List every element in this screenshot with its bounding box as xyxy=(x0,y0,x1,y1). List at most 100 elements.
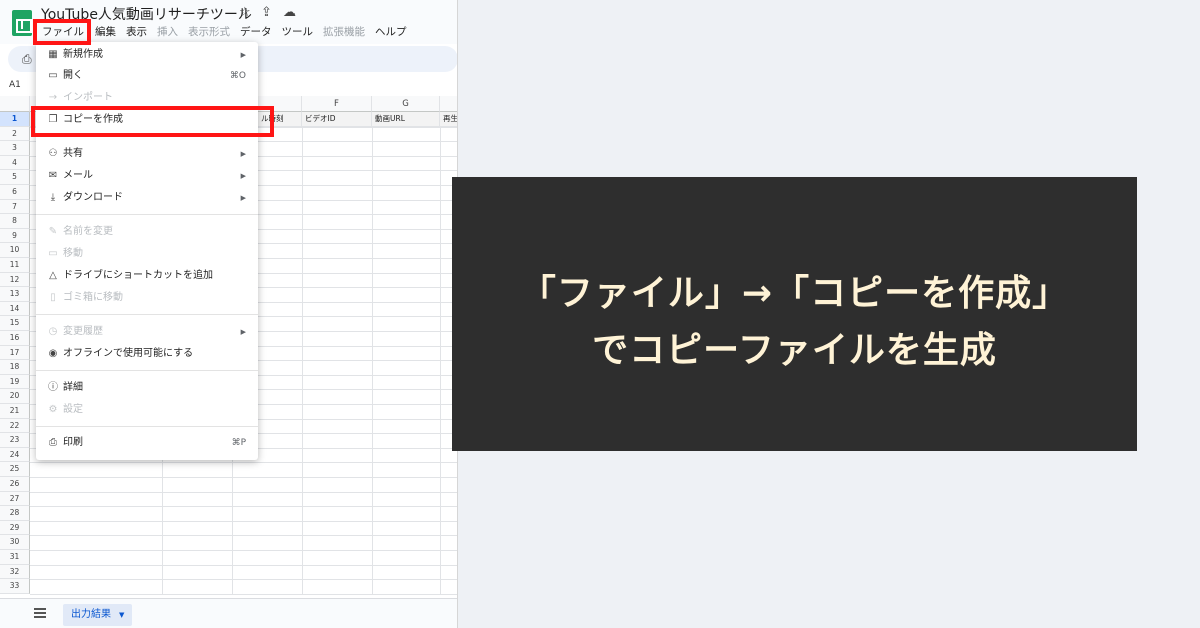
row-header[interactable]: 23 xyxy=(0,433,30,448)
sheet-tab[interactable]: 出力結果 ▼ xyxy=(63,604,133,626)
row-header[interactable]: 26 xyxy=(0,477,30,492)
row-header[interactable]: 20 xyxy=(0,389,30,404)
mail-icon: ✉ xyxy=(48,170,58,181)
row-header[interactable]: 4 xyxy=(0,155,30,171)
row-header[interactable]: 21 xyxy=(0,404,30,419)
row-header[interactable]: 11 xyxy=(0,258,30,273)
row-header[interactable]: 30 xyxy=(0,535,30,550)
menu-item-settings[interactable]: ⚙ 設定 xyxy=(36,400,258,420)
row-header[interactable]: 1 xyxy=(0,112,30,127)
row-header[interactable]: 8 xyxy=(0,214,30,229)
row-header[interactable]: 17 xyxy=(0,345,30,361)
menu-item-open[interactable]: ▭ 開く ⌘O xyxy=(36,66,258,86)
grid-line xyxy=(30,535,457,537)
sheets-logo-icon[interactable] xyxy=(12,10,32,36)
move-folder-icon: ▭ xyxy=(48,248,58,259)
print-icon[interactable]: ⎙ xyxy=(22,52,32,67)
folder-icon: ▭ xyxy=(48,70,58,81)
sheet-tab-label: 出力結果 xyxy=(71,609,111,620)
menu-item-share[interactable]: ⚇ 共有 ▶ xyxy=(36,144,258,164)
submenu-arrow-icon: ▶ xyxy=(240,194,246,202)
header-cell-video-url[interactable]: 動画URL xyxy=(372,112,440,127)
menu-edit[interactable]: 編集 xyxy=(90,24,121,40)
menu-format[interactable]: 表示形式 xyxy=(183,24,235,40)
row-header[interactable]: 27 xyxy=(0,491,30,507)
callout-text: 「ファイル」→「コピーを作成」 でコピーファイルを生成 xyxy=(452,265,1137,379)
row-header[interactable]: 10 xyxy=(0,243,30,258)
menu-item-add-shortcut[interactable]: △ ドライブにショートカットを追加 xyxy=(36,266,258,286)
menu-item-print[interactable]: ⎙ 印刷 ⌘P xyxy=(36,433,258,453)
menu-data[interactable]: データ xyxy=(235,24,277,40)
callout-line-1: 「ファイル」→「コピーを作成」 xyxy=(519,273,1070,314)
row-header[interactable]: 31 xyxy=(0,550,30,565)
offline-check-icon: ◉ xyxy=(48,348,58,359)
row-header[interactable]: 24 xyxy=(0,447,30,463)
grid-line xyxy=(30,476,457,478)
import-icon: → xyxy=(48,92,58,103)
row-header[interactable]: 16 xyxy=(0,331,30,346)
make-copy-highlight xyxy=(31,106,274,137)
caret-down-icon[interactable]: ▼ xyxy=(119,611,124,619)
submenu-arrow-icon: ▶ xyxy=(240,328,246,336)
menu-item-email[interactable]: ✉ メール ▶ xyxy=(36,166,258,186)
name-box[interactable]: A1 xyxy=(9,80,21,90)
menu-item-move[interactable]: ▭ 移動 xyxy=(36,244,258,264)
menu-view[interactable]: 表示 xyxy=(121,24,152,40)
grid-line xyxy=(30,593,457,595)
move-folder-icon[interactable]: ⇪ xyxy=(261,5,272,20)
row-header[interactable]: 19 xyxy=(0,374,30,390)
menu-item-trash[interactable]: ▯ ゴミ箱に移動 xyxy=(36,288,258,308)
menu-tools[interactable]: ツール xyxy=(277,24,319,40)
row-header[interactable]: 18 xyxy=(0,360,30,375)
row-header[interactable]: 6 xyxy=(0,185,30,200)
row-header[interactable]: 13 xyxy=(0,287,30,302)
cloud-status-icon[interactable]: ☁ xyxy=(283,5,296,20)
share-person-icon: ⚇ xyxy=(48,148,58,159)
row-header[interactable]: 2 xyxy=(0,126,30,142)
download-icon: ⤓ xyxy=(50,192,56,203)
row-header[interactable]: 5 xyxy=(0,170,30,185)
row-header[interactable]: 32 xyxy=(0,564,30,580)
row-header[interactable]: 25 xyxy=(0,462,30,477)
row-header[interactable]: 28 xyxy=(0,506,30,521)
menu-insert[interactable]: 挿入 xyxy=(152,24,183,40)
row-header[interactable]: 12 xyxy=(0,272,30,288)
grid-line xyxy=(30,506,457,508)
menu-item-new[interactable]: ▦ 新規作成 ▶ xyxy=(36,45,258,65)
menu-item-offline[interactable]: ◉ オフラインで使用可能にする xyxy=(36,344,258,364)
row-header[interactable]: 14 xyxy=(0,301,30,317)
row-header[interactable]: 15 xyxy=(0,316,30,331)
menu-help[interactable]: ヘルプ xyxy=(370,24,412,40)
select-all-corner[interactable] xyxy=(0,96,30,112)
menu-item-version-history[interactable]: ◷ 変更履歴 ▶ xyxy=(36,322,258,342)
menu-item-rename[interactable]: ✎ 名前を変更 xyxy=(36,222,258,242)
trash-icon: ▯ xyxy=(50,292,56,303)
row-header[interactable]: 29 xyxy=(0,520,30,536)
submenu-arrow-icon: ▶ xyxy=(240,172,246,180)
column-header-f[interactable]: F xyxy=(302,96,372,112)
menu-item-details[interactable]: ⓘ 詳細 xyxy=(36,378,258,398)
menu-divider xyxy=(36,314,258,315)
menu-item-download[interactable]: ⤓ ダウンロード ▶ xyxy=(36,188,258,208)
header-cell-video-id[interactable]: ビデオID xyxy=(302,112,372,127)
row-header[interactable]: 3 xyxy=(0,141,30,156)
file-menu-dropdown: ▦ 新規作成 ▶ ▭ 開く ⌘O → インポート ❐ コピーを作成 ⚇ 共有 ▶ ✉ メール ▶ ⤓… xyxy=(36,42,258,460)
row-header[interactable]: 9 xyxy=(0,228,30,244)
row-header[interactable]: 22 xyxy=(0,418,30,434)
menu-extensions[interactable]: 拡張機能 xyxy=(318,24,370,40)
column-header-g[interactable]: G xyxy=(372,96,440,112)
all-sheets-icon[interactable] xyxy=(34,608,46,618)
drive-shortcut-icon: △ xyxy=(49,270,57,281)
info-icon: ⓘ xyxy=(48,382,58,393)
spreadsheet-screenshot: YouTube人気動画リサーチツール ☆ ⇪ ☁ ファイル 編集 表示 挿入 表… xyxy=(0,0,458,628)
file-menu-highlight xyxy=(33,19,91,45)
menu-divider xyxy=(36,426,258,427)
row-header[interactable]: 33 xyxy=(0,579,30,594)
header-cell-views[interactable]: 再生 xyxy=(440,112,457,127)
grid-line xyxy=(30,579,457,581)
star-icon[interactable]: ☆ xyxy=(239,5,251,20)
column-header[interactable] xyxy=(440,96,457,112)
print-icon: ⎙ xyxy=(49,437,57,448)
menu-item-import[interactable]: → インポート xyxy=(36,88,258,108)
row-header[interactable]: 7 xyxy=(0,199,30,215)
